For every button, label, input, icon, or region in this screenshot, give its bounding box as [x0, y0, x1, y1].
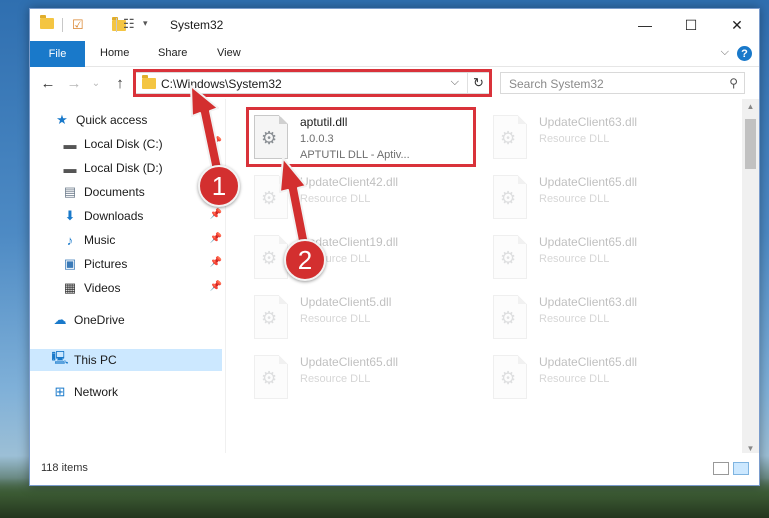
annotation-arrows [190, 85, 310, 247]
arrow-1-icon [190, 85, 223, 171]
callout-1: 1 [198, 165, 240, 207]
arrow-2-icon [279, 157, 310, 247]
callout-2: 2 [284, 239, 326, 281]
